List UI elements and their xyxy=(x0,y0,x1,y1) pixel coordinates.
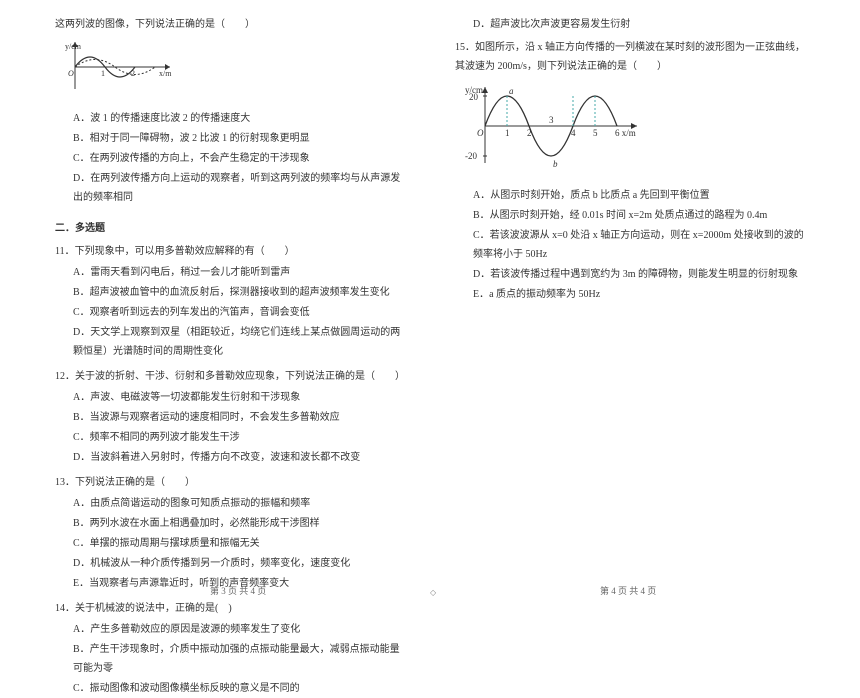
q11-stem: 11．下列现象中，可以用多普勒效应解释的有（ ） xyxy=(55,242,405,261)
q10-option-b: B．相对于同一障碍物，波 2 比波 1 的衍射现象更明显 xyxy=(55,129,405,148)
q12-option-d: D．当波斜着进入另射时，传播方向不改变，波速和波长都不改变 xyxy=(55,448,405,467)
q14-stem: 14．关于机械波的说法中，正确的是( ) xyxy=(55,599,405,618)
footer-page-right: 第 4 页 共 4 页 xyxy=(600,583,656,600)
svg-text:y/cm: y/cm xyxy=(65,42,82,51)
q13-option-d: D．机械波从一种介质传播到另一介质时，频率变化，速度变化 xyxy=(55,554,405,573)
q12-stem: 12．关于波的折射、干涉、衍射和多普勒效应现象，下列说法正确的是（ ） xyxy=(55,367,405,386)
q15-stem: 15．如图所示，沿 x 轴正方向传播的一列横波在某时刻的波形图为一正弦曲线，其波… xyxy=(455,38,805,76)
q15-option-c: C．若该波波源从 x=0 处沿 x 轴正方向运动，则在 x=2000m 处接收到… xyxy=(455,226,805,264)
q14-option-b: B．产生干涉现象时，介质中振动加强的点振动能量最大，减弱点振动能量可能为零 xyxy=(55,640,405,678)
svg-text:2: 2 xyxy=(527,128,532,138)
question-12: 12．关于波的折射、干涉、衍射和多普勒效应现象，下列说法正确的是（ ） A．声波… xyxy=(55,367,405,467)
svg-text:20: 20 xyxy=(469,92,479,102)
q13-stem: 13．下列说法正确的是（ ） xyxy=(55,473,405,492)
q11-option-b: B．超声波被血管中的血流反射后，探测器接收到的超声波频率发生变化 xyxy=(55,283,405,302)
q15-option-a: A．从图示时刻开始，质点 b 比质点 a 先回到平衡位置 xyxy=(455,186,805,205)
svg-text:4: 4 xyxy=(571,128,576,138)
q12-option-b: B．当波源与观察者运动的速度相同时，不会发生多普勒效应 xyxy=(55,408,405,427)
right-column: D．超声波比次声波更容易发生衍射 15．如图所示，沿 x 轴正方向传播的一列横波… xyxy=(430,15,820,583)
q14-option-d: D．超声波比次声波更容易发生衍射 xyxy=(455,15,805,34)
svg-text:5: 5 xyxy=(593,128,598,138)
q10-wave-diagram: y/cm O 1 2 x/m xyxy=(65,39,405,101)
q10-option-c: C．在两列波传播的方向上，不会产生稳定的干涉现象 xyxy=(55,149,405,168)
svg-text:-20: -20 xyxy=(465,151,477,161)
question-11: 11．下列现象中，可以用多普勒效应解释的有（ ） A．雷雨天看到闪电后，稍过一会… xyxy=(55,242,405,361)
svg-text:a: a xyxy=(509,86,514,96)
q13-option-c: C．单摆的振动周期与摆球质量和振幅无关 xyxy=(55,534,405,553)
svg-text:O: O xyxy=(68,69,74,78)
question-13: 13．下列说法正确的是（ ） A．由质点简谐运动的图象可知质点振动的振幅和频率 … xyxy=(55,473,405,593)
q15-option-d: D．若该波传播过程中遇到宽约为 3m 的障碍物，则能发生明显的衍射现象 xyxy=(455,265,805,284)
svg-text:b: b xyxy=(553,159,558,169)
svg-text:O: O xyxy=(477,128,484,138)
svg-text:x/m: x/m xyxy=(159,69,172,78)
q12-option-c: C．频率不相同的两列波才能发生干涉 xyxy=(55,428,405,447)
q13-option-a: A．由质点简谐运动的图象可知质点振动的振幅和频率 xyxy=(55,494,405,513)
q12-option-a: A．声波、电磁波等一切波都能发生衍射和干涉现象 xyxy=(55,388,405,407)
svg-text:2: 2 xyxy=(131,69,135,78)
q14-option-c: C．振动图像和波动图像横坐标反映的意义是不同的 xyxy=(55,679,405,698)
q14-option-a: A．产生多普勒效应的原因是波源的频率发生了变化 xyxy=(55,620,405,639)
question-15: 15．如图所示，沿 x 轴正方向传播的一列横波在某时刻的波形图为一正弦曲线，其波… xyxy=(455,38,805,304)
q10-option-d: D．在两列波传播方向上运动的观察者，听到这两列波的频率均与从声源发出的频率相同 xyxy=(55,169,405,207)
q13-option-b: B．两列水波在水面上相遇叠加时，必然能形成干涉图样 xyxy=(55,514,405,533)
q10-stem: 这两列波的图像，下列说法正确的是（ ） xyxy=(55,15,405,34)
section-2-title: 二．多选题 xyxy=(55,219,405,238)
question-10-continued: 这两列波的图像，下列说法正确的是（ ） y/cm O 1 2 x/m A．波 1… xyxy=(55,15,405,207)
q11-option-a: A．雷雨天看到闪电后，稍过一会儿才能听到雷声 xyxy=(55,263,405,282)
q11-option-c: C．观察者听到远去的列车发出的汽笛声，音调会变低 xyxy=(55,303,405,322)
svg-text:6 x/m: 6 x/m xyxy=(615,128,636,138)
q11-option-d: D．天文学上观察到双星（相距较近，均绕它们连线上某点做圆周运动的两颗恒星）光谱随… xyxy=(55,323,405,361)
footer-separator-icon: ◇ xyxy=(430,585,436,600)
q15-option-e: E．a 质点的振动频率为 50Hz xyxy=(455,285,805,304)
q10-option-a: A．波 1 的传播速度比波 2 的传播速度大 xyxy=(55,109,405,128)
question-14: 14．关于机械波的说法中，正确的是( ) A．产生多普勒效应的原因是波源的频率发… xyxy=(55,599,405,698)
left-column: 这两列波的图像，下列说法正确的是（ ） y/cm O 1 2 x/m A．波 1… xyxy=(40,15,430,583)
footer-page-left: 第 3 页 共 4 页 xyxy=(210,583,266,600)
svg-text:1: 1 xyxy=(101,69,105,78)
svg-text:1: 1 xyxy=(505,128,510,138)
q15-wave-diagram: y/cm 20 -20 O 1 2 3 4 5 6 x/m a b xyxy=(465,81,805,178)
svg-text:3: 3 xyxy=(549,115,554,125)
q15-option-b: B．从图示时刻开始，经 0.01s 时间 x=2m 处质点通过的路程为 0.4m xyxy=(455,206,805,225)
